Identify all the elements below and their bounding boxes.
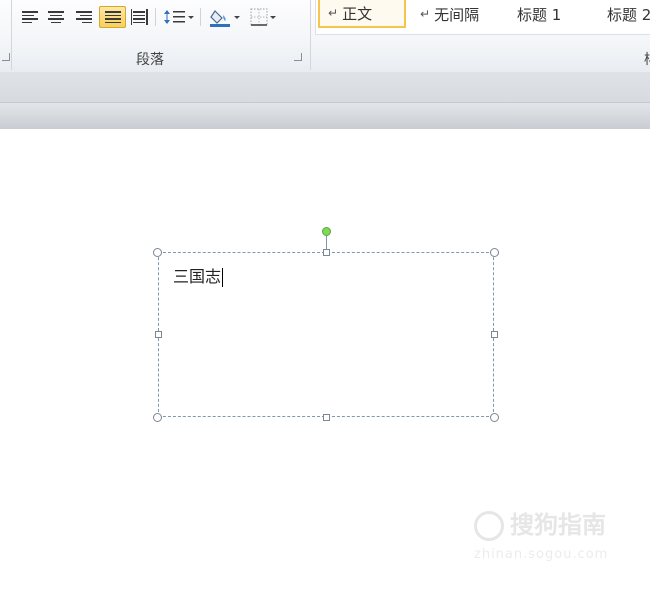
watermark: 搜狗指南 (474, 505, 606, 541)
text-box[interactable]: 三国志 (158, 252, 494, 417)
justify-icon (104, 11, 121, 23)
paragraph-group-launcher-icon[interactable] (294, 53, 302, 61)
style-no-spacing-label: 无间隔 (434, 5, 480, 24)
resize-handle-top-left[interactable] (153, 248, 162, 257)
resize-handle-bottom-right[interactable] (490, 413, 499, 422)
align-left-icon (22, 11, 38, 23)
line-spacing-icon (164, 10, 185, 24)
distributed-icon (130, 9, 148, 25)
justify-button[interactable] (99, 6, 126, 28)
paragraph-mark-icon: ↵ (420, 7, 431, 21)
style-normal[interactable]: ↵ 正文 (318, 0, 406, 28)
style-heading-2[interactable]: 标题 2 (599, 0, 650, 28)
watermark-logo-icon (474, 511, 504, 541)
tool-separator (200, 8, 201, 26)
align-center-button[interactable] (44, 6, 68, 28)
text-box-content[interactable]: 三国志 (173, 263, 224, 287)
align-right-button[interactable] (72, 6, 96, 28)
resize-handle-bottom-left[interactable] (153, 413, 162, 422)
resize-handle-right[interactable] (491, 331, 498, 338)
resize-handle-left[interactable] (155, 331, 162, 338)
text-box-text: 三国志 (173, 267, 222, 286)
style-heading-1[interactable]: 标题 1 (509, 0, 593, 28)
style-heading-2-label: 标题 2 (607, 5, 650, 24)
align-left-button[interactable] (18, 6, 42, 28)
tool-separator (155, 8, 156, 26)
paragraph-mark-icon: ↵ (328, 6, 339, 20)
text-caret (222, 268, 224, 287)
rotate-handle[interactable] (322, 227, 331, 236)
align-right-icon (76, 11, 92, 23)
resize-handle-bottom[interactable] (323, 414, 330, 421)
chevron-down-icon (270, 15, 276, 19)
distributed-button[interactable] (128, 6, 150, 28)
watermark-url: zhinan.sogou.com (474, 547, 609, 562)
styles-group-label: 样 (644, 49, 650, 69)
style-normal-label: 正文 (342, 4, 373, 23)
borders-icon (250, 8, 268, 26)
watermark-brand: 搜狗指南 (510, 511, 606, 539)
chevron-down-icon (188, 15, 194, 19)
group-separator (11, 0, 12, 70)
styles-gallery: ↵ 正文 ↵ 无间隔 标题 1 标题 2 (315, 0, 650, 35)
shading-button[interactable] (207, 6, 243, 28)
line-spacing-button[interactable] (162, 6, 196, 28)
shading-icon (210, 10, 230, 27)
ribbon-bottom-strip (0, 72, 650, 103)
chevron-down-icon (234, 15, 240, 19)
ribbon: 段落 ↵ 正文 ↵ 无间隔 标题 1 标题 2 样 (0, 0, 650, 73)
group-separator (310, 0, 311, 70)
style-heading-1-label: 标题 1 (517, 5, 562, 24)
align-center-icon (48, 11, 64, 23)
paragraph-group-label: 段落 (136, 52, 164, 68)
borders-button[interactable] (246, 6, 280, 28)
style-no-spacing[interactable]: ↵ 无间隔 (412, 0, 502, 28)
ruler-area (0, 103, 650, 129)
resize-handle-top-right[interactable] (490, 248, 499, 257)
resize-handle-top[interactable] (323, 249, 330, 256)
clipboard-group-launcher-icon[interactable] (2, 53, 10, 61)
